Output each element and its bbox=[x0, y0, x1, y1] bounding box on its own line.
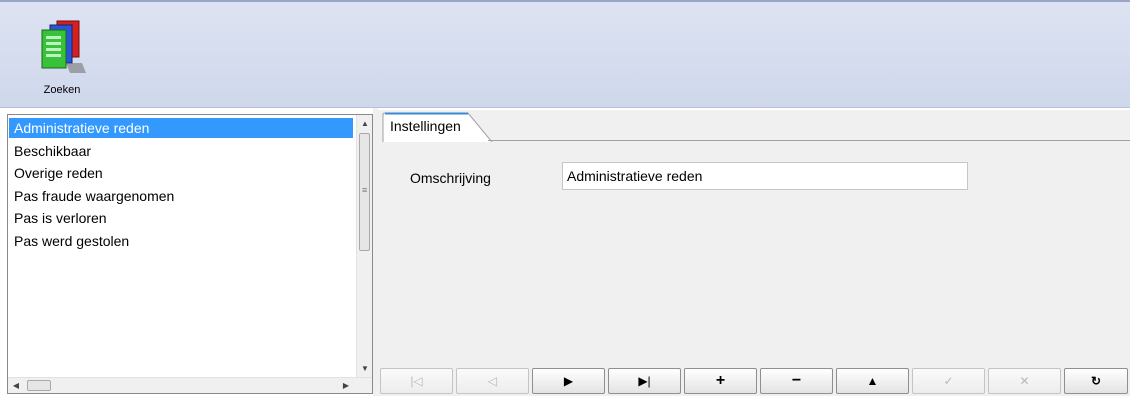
plus-icon: + bbox=[715, 372, 726, 389]
refresh-button[interactable]: ↻ bbox=[1064, 368, 1128, 394]
next-record-button[interactable]: ▶ bbox=[532, 368, 605, 394]
first-icon: |◁ bbox=[410, 374, 423, 388]
scroll-thumb[interactable] bbox=[27, 380, 51, 391]
last-icon: ▶| bbox=[638, 374, 651, 388]
tab-instellingen[interactable]: Instellingen bbox=[382, 112, 493, 142]
description-field[interactable]: Administratieve reden bbox=[562, 162, 968, 190]
post-record-button[interactable]: ✓ bbox=[912, 368, 985, 394]
cancel-edit-button[interactable]: ✕ bbox=[988, 368, 1061, 394]
list-item[interactable]: Beschikbaar bbox=[9, 141, 349, 161]
description-label: Omschrijving bbox=[410, 170, 491, 186]
horizontal-scrollbar[interactable]: ◀ ▶ bbox=[8, 377, 372, 393]
check-icon: ✓ bbox=[943, 374, 954, 388]
detail-panel: Instellingen Omschrijving Administratiev… bbox=[378, 110, 1130, 396]
search-button[interactable]: Zoeken bbox=[34, 16, 90, 102]
vertical-scrollbar[interactable]: ▲ ≡ ▼ bbox=[356, 115, 372, 377]
prior-record-button[interactable]: ◁ bbox=[456, 368, 529, 394]
prior-icon: ◁ bbox=[487, 374, 498, 388]
list-item[interactable]: Pas is verloren bbox=[9, 208, 349, 228]
last-record-button[interactable]: ▶| bbox=[608, 368, 681, 394]
tab-divider bbox=[488, 140, 1130, 141]
minus-icon: − bbox=[791, 372, 802, 389]
list-item[interactable]: Pas werd gestolen bbox=[9, 231, 349, 251]
insert-record-button[interactable]: + bbox=[684, 368, 757, 394]
search-button-label: Zoeken bbox=[43, 84, 81, 96]
first-record-button[interactable]: |◁ bbox=[380, 368, 453, 394]
scroll-down-arrow-icon[interactable]: ▼ bbox=[357, 360, 373, 377]
scroll-thumb[interactable]: ≡ bbox=[359, 133, 370, 251]
scroll-left-arrow-icon[interactable]: ◀ bbox=[8, 378, 24, 394]
list-item[interactable]: Overige reden bbox=[9, 163, 349, 183]
grip-icon: ≡ bbox=[362, 185, 368, 195]
edit-record-button[interactable]: ▲ bbox=[836, 368, 909, 394]
record-navigator: |◁ ◁ ▶ ▶| + − ▲ ✓ ✕ ↻ bbox=[380, 368, 1130, 396]
next-icon: ▶ bbox=[563, 374, 574, 388]
cancel-icon: ✕ bbox=[1019, 374, 1030, 388]
reason-list[interactable]: Administratieve reden Beschikbaar Overig… bbox=[7, 114, 373, 394]
delete-record-button[interactable]: − bbox=[760, 368, 833, 394]
tab-label: Instellingen bbox=[390, 118, 461, 134]
edit-icon: ▲ bbox=[866, 374, 879, 388]
books-search-icon bbox=[41, 20, 86, 73]
scroll-up-arrow-icon[interactable]: ▲ bbox=[357, 115, 373, 132]
list-item[interactable]: Administratieve reden bbox=[9, 118, 353, 138]
scroll-right-arrow-icon[interactable]: ▶ bbox=[338, 378, 354, 394]
refresh-icon: ↻ bbox=[1090, 374, 1102, 388]
list-item[interactable]: Pas fraude waargenomen bbox=[9, 186, 349, 206]
toolbar: Zoeken bbox=[0, 0, 1130, 108]
